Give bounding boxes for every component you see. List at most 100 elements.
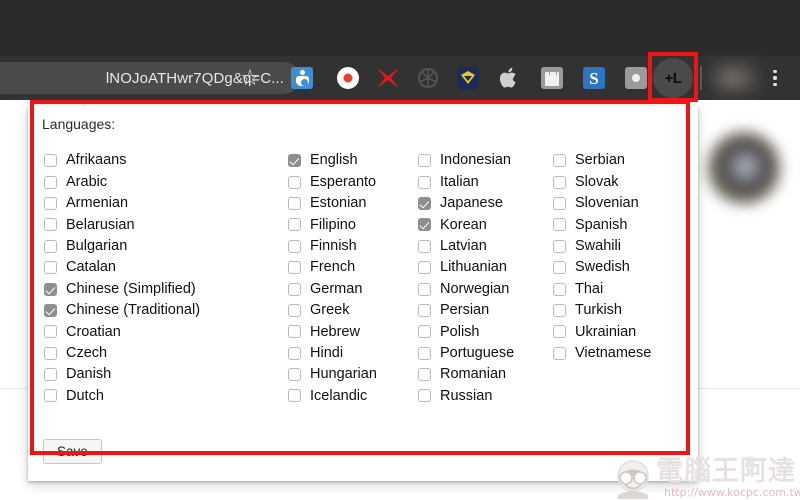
checkbox-unchecked[interactable] bbox=[44, 261, 57, 274]
language-row[interactable]: Thai bbox=[553, 278, 683, 299]
language-row[interactable]: Hungarian bbox=[288, 364, 418, 385]
language-row[interactable]: Esperanto bbox=[288, 171, 418, 192]
checkbox-unchecked[interactable] bbox=[553, 283, 566, 296]
checkbox-unchecked[interactable] bbox=[553, 240, 566, 253]
bookmark-star-icon[interactable]: ☆ bbox=[234, 62, 266, 94]
language-row[interactable]: Croatian bbox=[44, 321, 288, 342]
language-row[interactable]: Belarusian bbox=[44, 214, 288, 235]
language-row[interactable]: Icelandic bbox=[288, 385, 418, 406]
language-row[interactable]: French bbox=[288, 257, 418, 278]
checkbox-unchecked[interactable] bbox=[553, 261, 566, 274]
language-row[interactable]: Bulgarian bbox=[44, 236, 288, 257]
checkbox-unchecked[interactable] bbox=[553, 176, 566, 189]
language-row[interactable]: Swedish bbox=[553, 257, 683, 278]
checkbox-unchecked[interactable] bbox=[418, 176, 431, 189]
checkbox-unchecked[interactable] bbox=[418, 304, 431, 317]
checkbox-unchecked[interactable] bbox=[44, 154, 57, 167]
checkbox-unchecked[interactable] bbox=[418, 240, 431, 253]
checkbox-unchecked[interactable] bbox=[288, 176, 301, 189]
checkbox-unchecked[interactable] bbox=[288, 325, 301, 338]
language-row[interactable]: Indonesian bbox=[418, 150, 553, 171]
browser-menu-button[interactable] bbox=[763, 62, 787, 94]
checkbox-unchecked[interactable] bbox=[44, 197, 57, 210]
language-row[interactable]: Finnish bbox=[288, 236, 418, 257]
camera-extension-icon[interactable] bbox=[620, 62, 652, 94]
language-row[interactable]: Norwegian bbox=[418, 278, 553, 299]
diamond-extension-icon[interactable] bbox=[452, 62, 484, 94]
checkbox-unchecked[interactable] bbox=[288, 197, 301, 210]
checkbox-unchecked[interactable] bbox=[288, 261, 301, 274]
checkbox-unchecked[interactable] bbox=[288, 304, 301, 317]
language-row[interactable]: Ukrainian bbox=[553, 321, 683, 342]
language-row[interactable]: Korean bbox=[418, 214, 553, 235]
language-row[interactable]: Polish bbox=[418, 321, 553, 342]
language-row[interactable]: Danish bbox=[44, 364, 288, 385]
checkbox-checked[interactable] bbox=[418, 197, 431, 210]
checkbox-unchecked[interactable] bbox=[418, 389, 431, 402]
checkbox-unchecked[interactable] bbox=[44, 347, 57, 360]
language-row[interactable]: Romanian bbox=[418, 364, 553, 385]
language-row[interactable]: Greek bbox=[288, 300, 418, 321]
language-row[interactable]: Afrikaans bbox=[44, 150, 288, 171]
checkbox-unchecked[interactable] bbox=[288, 283, 301, 296]
checkbox-unchecked[interactable] bbox=[288, 218, 301, 231]
language-row[interactable]: Hebrew bbox=[288, 321, 418, 342]
language-row[interactable]: Dutch bbox=[44, 385, 288, 406]
checkbox-unchecked[interactable] bbox=[553, 325, 566, 338]
language-row[interactable]: Arabic bbox=[44, 171, 288, 192]
checkbox-unchecked[interactable] bbox=[553, 154, 566, 167]
language-row[interactable]: Latvian bbox=[418, 236, 553, 257]
language-row[interactable]: German bbox=[288, 278, 418, 299]
checkbox-unchecked[interactable] bbox=[288, 347, 301, 360]
checkbox-unchecked[interactable] bbox=[418, 325, 431, 338]
checkbox-unchecked[interactable] bbox=[44, 389, 57, 402]
language-row[interactable]: Russian bbox=[418, 385, 553, 406]
checkbox-checked[interactable] bbox=[418, 218, 431, 231]
language-row[interactable]: Persian bbox=[418, 300, 553, 321]
checkbox-unchecked[interactable] bbox=[44, 240, 57, 253]
checkbox-unchecked[interactable] bbox=[44, 368, 57, 381]
checkbox-unchecked[interactable] bbox=[553, 197, 566, 210]
adblock-x-extension-icon[interactable] bbox=[372, 62, 404, 94]
camera-iris-extension-icon[interactable] bbox=[412, 62, 444, 94]
language-row[interactable]: Spanish bbox=[553, 214, 683, 235]
checkbox-unchecked[interactable] bbox=[418, 347, 431, 360]
language-row[interactable]: Estonian bbox=[288, 193, 418, 214]
accessibility-extension-icon[interactable] bbox=[286, 62, 318, 94]
plus-l-extension-button[interactable]: +L bbox=[653, 58, 693, 98]
checkbox-unchecked[interactable] bbox=[418, 261, 431, 274]
language-row[interactable]: Italian bbox=[418, 171, 553, 192]
checkbox-unchecked[interactable] bbox=[288, 240, 301, 253]
checkbox-checked[interactable] bbox=[288, 154, 301, 167]
language-row[interactable]: Portuguese bbox=[418, 343, 553, 364]
screen-recorder-extension-icon[interactable] bbox=[332, 62, 364, 94]
checkbox-unchecked[interactable] bbox=[553, 304, 566, 317]
checkbox-unchecked[interactable] bbox=[288, 368, 301, 381]
checkbox-unchecked[interactable] bbox=[418, 283, 431, 296]
language-row[interactable]: Chinese (Simplified) bbox=[44, 278, 288, 299]
language-row[interactable]: Slovenian bbox=[553, 193, 683, 214]
language-row[interactable]: Serbian bbox=[553, 150, 683, 171]
language-row[interactable]: Chinese (Traditional) bbox=[44, 300, 288, 321]
language-row[interactable]: Czech bbox=[44, 343, 288, 364]
language-row[interactable]: Hindi bbox=[288, 343, 418, 364]
checkbox-unchecked[interactable] bbox=[288, 389, 301, 402]
checkbox-unchecked[interactable] bbox=[44, 176, 57, 189]
language-row[interactable]: Vietnamese bbox=[553, 343, 683, 364]
checkbox-unchecked[interactable] bbox=[553, 347, 566, 360]
checkbox-checked[interactable] bbox=[44, 283, 57, 296]
s-extension-icon[interactable]: S bbox=[578, 62, 610, 94]
checkbox-unchecked[interactable] bbox=[418, 154, 431, 167]
shopping-bag-extension-icon[interactable] bbox=[536, 62, 568, 94]
checkbox-checked[interactable] bbox=[44, 304, 57, 317]
checkbox-unchecked[interactable] bbox=[418, 368, 431, 381]
language-row[interactable]: Lithuanian bbox=[418, 257, 553, 278]
checkbox-unchecked[interactable] bbox=[44, 218, 57, 231]
checkbox-unchecked[interactable] bbox=[44, 325, 57, 338]
language-row[interactable]: Swahili bbox=[553, 236, 683, 257]
checkbox-unchecked[interactable] bbox=[553, 218, 566, 231]
save-button[interactable]: Save bbox=[43, 439, 102, 464]
language-row[interactable]: Turkish bbox=[553, 300, 683, 321]
language-row[interactable]: Catalan bbox=[44, 257, 288, 278]
apple-extension-icon[interactable] bbox=[494, 62, 526, 94]
